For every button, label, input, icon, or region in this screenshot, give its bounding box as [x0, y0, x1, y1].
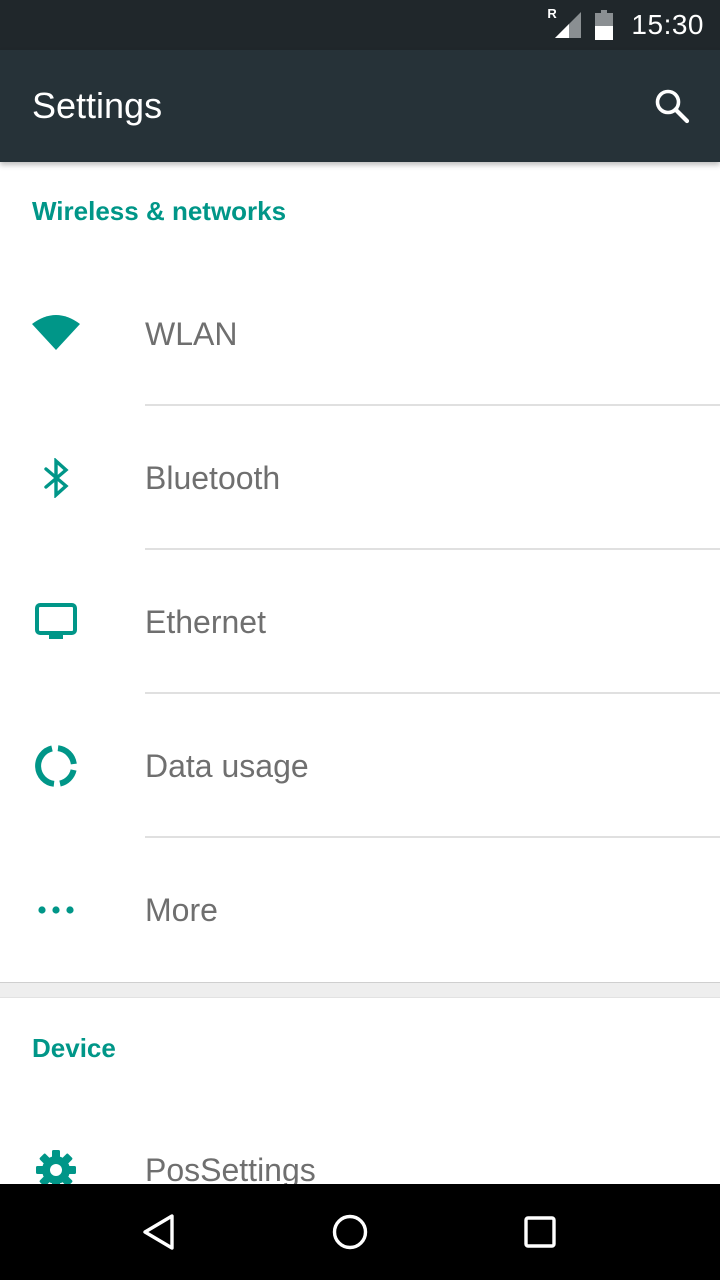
roaming-signal-icon: R — [547, 6, 583, 40]
item-label: PosSettings — [145, 1151, 316, 1185]
data-usage-icon — [32, 742, 80, 790]
search-button[interactable] — [646, 80, 698, 132]
home-icon — [332, 1214, 368, 1250]
section-divider — [0, 982, 720, 998]
settings-item-more[interactable]: More — [0, 838, 720, 982]
device-list: PosSettings — [0, 1098, 720, 1184]
home-button[interactable] — [320, 1202, 380, 1262]
back-button[interactable] — [130, 1202, 190, 1262]
item-label: Ethernet — [145, 603, 266, 640]
wifi-icon — [32, 310, 80, 358]
page-title: Settings — [32, 85, 163, 126]
item-label: More — [145, 891, 218, 928]
section-header-device: Device — [32, 1033, 116, 1063]
settings-item-bluetooth[interactable]: Bluetooth — [0, 406, 720, 550]
item-label: Bluetooth — [145, 459, 281, 496]
status-time: 15:30 — [631, 9, 704, 40]
gear-icon — [32, 1146, 80, 1184]
settings-item-wlan[interactable]: WLAN — [0, 262, 720, 406]
back-icon — [143, 1214, 174, 1250]
battery-icon — [595, 10, 614, 40]
settings-item-possettings[interactable]: PosSettings — [0, 1098, 720, 1184]
settings-item-data-usage[interactable]: Data usage — [0, 694, 720, 838]
recents-button[interactable] — [510, 1202, 570, 1262]
roaming-indicator: R — [547, 6, 557, 21]
status-bar: R 15:30 — [0, 0, 720, 50]
recents-icon — [524, 1216, 556, 1248]
settings-screen: R 15:30 Settings Wireless & networks WLA… — [0, 0, 720, 1280]
bluetooth-icon — [32, 454, 80, 502]
search-icon — [655, 89, 690, 124]
settings-item-ethernet[interactable]: Ethernet — [0, 550, 720, 694]
item-label: WLAN — [145, 315, 238, 352]
status-icons: R 15:30 — [547, 0, 704, 50]
section-header-wireless: Wireless & networks — [32, 196, 287, 226]
wireless-list: WLAN Bluetooth Ethernet Data usage More — [0, 262, 720, 982]
app-bar: Settings — [0, 50, 720, 162]
more-dots-icon — [32, 886, 80, 934]
settings-list: Wireless & networks WLAN Bluetooth Ether… — [0, 162, 720, 1184]
item-label: Data usage — [145, 747, 309, 784]
navigation-bar — [0, 1184, 720, 1280]
monitor-icon — [32, 598, 80, 646]
